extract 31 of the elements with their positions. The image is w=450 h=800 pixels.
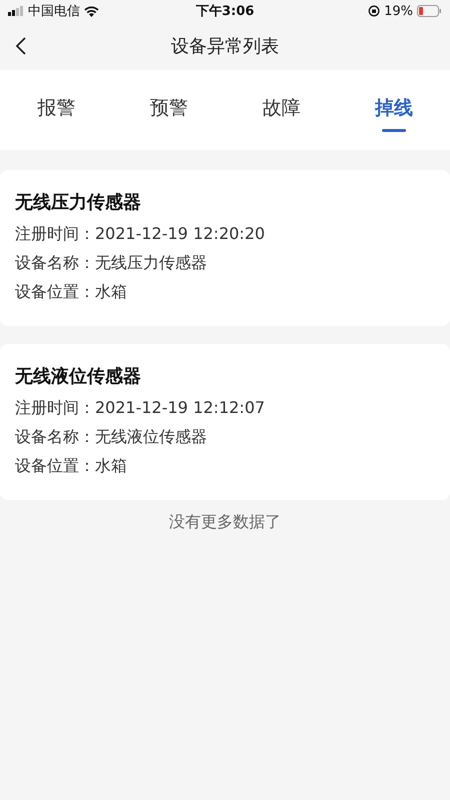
field-value: 2021-12-19 12:20:20	[95, 223, 265, 245]
battery-icon	[417, 5, 442, 17]
tab[interactable]: 报警	[37, 94, 76, 120]
device-card[interactable]: 无线压力传感器 注册时间：2021-12-19 12:20:20 设备名称：无线压力传感器 设备位置：水箱	[0, 170, 450, 326]
orientation-lock-icon	[368, 5, 380, 17]
carrier-name: 中国电信	[28, 3, 80, 20]
field-label: 设备位置：	[15, 455, 95, 477]
tab-indicator	[382, 128, 406, 132]
field-label: 设备位置：	[15, 281, 95, 303]
back-icon	[14, 36, 28, 56]
tab[interactable]: 掉线	[374, 94, 413, 120]
field-value: 无线压力传感器	[95, 252, 207, 274]
field-value: 水箱	[95, 281, 127, 303]
battery-percent: 19%	[384, 4, 413, 18]
field-label: 注册时间：	[15, 223, 95, 245]
device-title: 无线液位传感器	[15, 365, 142, 388]
page-title: 设备异常列表	[171, 35, 279, 58]
field-value: 2021-12-19 12:12:07	[95, 397, 265, 419]
device-card[interactable]: 无线液位传感器 注册时间：2021-12-19 12:12:07 设备名称：无线液位传感器 设备位置：水箱	[0, 344, 450, 500]
tab[interactable]: 故障	[262, 94, 300, 120]
field-label: 设备名称：	[15, 252, 95, 274]
field-value: 水箱	[95, 455, 127, 477]
tab[interactable]: 预警	[150, 94, 188, 120]
end-of-list-text: 没有更多数据了	[169, 512, 281, 531]
field-label: 注册时间：	[15, 397, 95, 419]
field-value: 无线液位传感器	[95, 426, 207, 448]
wifi-icon	[84, 6, 99, 16]
device-title: 无线压力传感器	[15, 191, 142, 214]
clock-time: 下午3:06	[196, 3, 254, 20]
signal-icon	[8, 6, 24, 16]
field-label: 设备名称：	[15, 426, 95, 448]
